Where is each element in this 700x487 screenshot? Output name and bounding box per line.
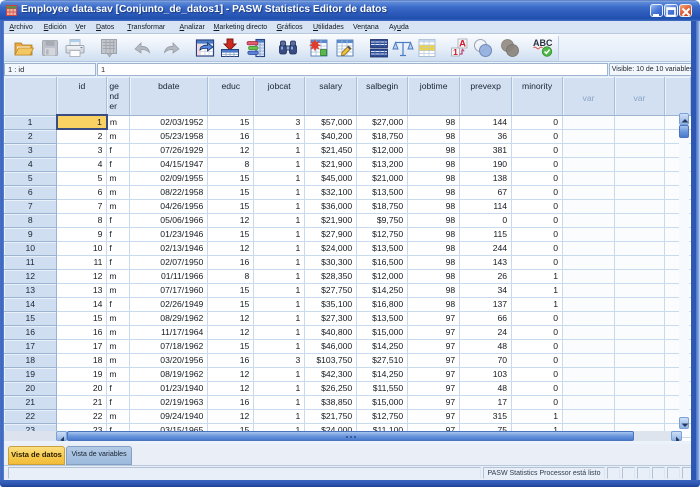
svg-text:1: 1	[453, 47, 458, 57]
svg-text:ABC: ABC	[533, 38, 553, 48]
svg-text:A: A	[459, 39, 466, 50]
